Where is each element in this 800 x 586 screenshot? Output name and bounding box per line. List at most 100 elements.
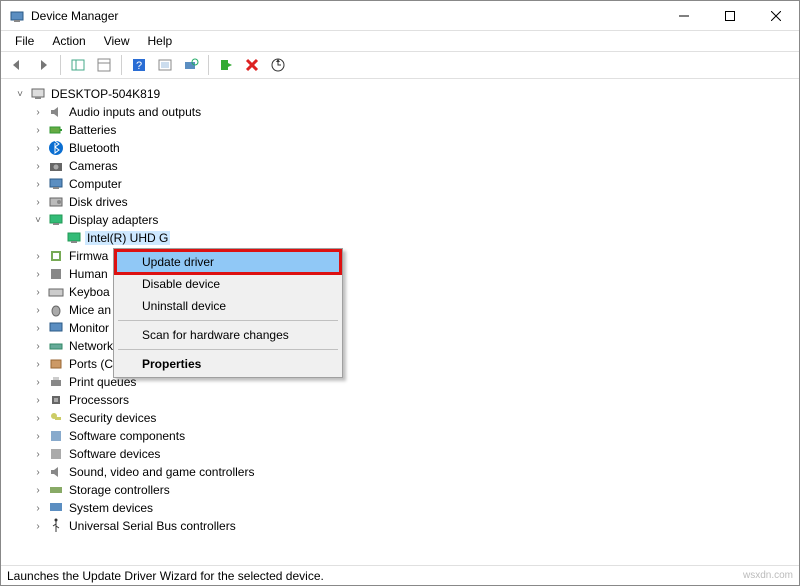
bluetooth-icon <box>48 140 64 156</box>
toolbar: ? <box>1 51 799 79</box>
expand-icon[interactable]: › <box>31 287 45 298</box>
expand-icon[interactable]: › <box>31 449 45 460</box>
enable-device-button[interactable] <box>214 54 238 76</box>
expand-icon[interactable]: › <box>31 359 45 370</box>
maximize-button[interactable] <box>707 1 753 31</box>
keyboard-icon <box>48 284 64 300</box>
back-button[interactable] <box>5 54 29 76</box>
ctx-disable-device[interactable]: Disable device <box>116 273 340 295</box>
context-menu: Update driver Disable device Uninstall d… <box>113 248 343 378</box>
audio-icon <box>48 104 64 120</box>
expand-icon[interactable]: › <box>31 143 45 154</box>
collapse-icon[interactable]: ˅ <box>31 215 45 226</box>
minimize-button[interactable] <box>661 1 707 31</box>
svg-text:?: ? <box>136 60 142 72</box>
printer-icon <box>48 374 64 390</box>
tree-item-cameras[interactable]: ›Cameras <box>13 157 797 175</box>
battery-icon <box>48 122 64 138</box>
ctx-scan-hardware[interactable]: Scan for hardware changes <box>116 324 340 346</box>
tree-item-usb[interactable]: ›Universal Serial Bus controllers <box>13 517 797 535</box>
expand-icon[interactable]: › <box>31 251 45 262</box>
camera-icon <box>48 158 64 174</box>
network-icon <box>48 338 64 354</box>
menu-file[interactable]: File <box>7 33 42 49</box>
status-bar: Launches the Update Driver Wizard for th… <box>1 565 799 585</box>
status-text: Launches the Update Driver Wizard for th… <box>7 569 324 583</box>
tree-item-display-adapters[interactable]: ˅Display adapters <box>13 211 797 229</box>
expand-icon[interactable]: › <box>31 125 45 136</box>
expand-icon[interactable]: › <box>31 305 45 316</box>
expand-icon[interactable]: › <box>31 395 45 406</box>
tree-item-storage[interactable]: ›Storage controllers <box>13 481 797 499</box>
tree-item-intel-uhd[interactable]: Intel(R) UHD G <box>13 229 797 247</box>
expand-icon[interactable]: › <box>31 341 45 352</box>
menu-bar: File Action View Help <box>1 31 799 51</box>
tree-item-sw-devices[interactable]: ›Software devices <box>13 445 797 463</box>
tree-item-bluetooth[interactable]: ›Bluetooth <box>13 139 797 157</box>
app-icon <box>9 8 25 24</box>
expand-icon[interactable]: › <box>31 431 45 442</box>
title-bar: Device Manager <box>1 1 799 31</box>
tree-item-system[interactable]: ›System devices <box>13 499 797 517</box>
expand-icon[interactable]: › <box>31 179 45 190</box>
expand-icon[interactable]: › <box>31 467 45 478</box>
uninstall-device-button[interactable] <box>240 54 264 76</box>
swdev-icon <box>48 446 64 462</box>
tree-item-security[interactable]: ›Security devices <box>13 409 797 427</box>
port-icon <box>48 356 64 372</box>
menu-view[interactable]: View <box>96 33 138 49</box>
expand-icon[interactable]: › <box>31 107 45 118</box>
expand-icon[interactable]: › <box>31 485 45 496</box>
pc-icon <box>48 176 64 192</box>
root-label: DESKTOP-504K819 <box>49 87 162 101</box>
security-icon <box>48 410 64 426</box>
menu-action[interactable]: Action <box>44 33 93 49</box>
watermark: wsxdn.com <box>743 570 793 581</box>
ctx-update-driver[interactable]: Update driver <box>116 251 340 273</box>
window-title: Device Manager <box>31 9 118 23</box>
sound-icon <box>48 464 64 480</box>
display-icon <box>48 212 64 228</box>
tree-item-computer[interactable]: ›Computer <box>13 175 797 193</box>
menu-help[interactable]: Help <box>140 33 181 49</box>
ctx-properties[interactable]: Properties <box>116 353 340 375</box>
expand-icon[interactable]: › <box>31 521 45 532</box>
show-hidden-button[interactable] <box>153 54 177 76</box>
expand-icon[interactable]: › <box>31 377 45 388</box>
cpu-icon <box>48 392 64 408</box>
expand-icon[interactable]: › <box>31 323 45 334</box>
expand-icon[interactable]: › <box>31 503 45 514</box>
scan-hardware-button[interactable] <box>179 54 203 76</box>
tree-item-sw-components[interactable]: ›Software components <box>13 427 797 445</box>
storage-icon <box>48 482 64 498</box>
tree-item-audio[interactable]: ›Audio inputs and outputs <box>13 103 797 121</box>
component-icon <box>48 428 64 444</box>
computer-icon <box>30 86 46 102</box>
disk-icon <box>48 194 64 210</box>
firmware-icon <box>48 248 64 264</box>
ctx-separator <box>118 320 338 321</box>
help-button[interactable]: ? <box>127 54 151 76</box>
ctx-uninstall-device[interactable]: Uninstall device <box>116 295 340 317</box>
forward-button[interactable] <box>31 54 55 76</box>
update-driver-button[interactable] <box>266 54 290 76</box>
tree-item-batteries[interactable]: ›Batteries <box>13 121 797 139</box>
usb-icon <box>48 518 64 534</box>
monitor-icon <box>48 320 64 336</box>
properties-button[interactable] <box>92 54 116 76</box>
close-button[interactable] <box>753 1 799 31</box>
expand-icon[interactable]: › <box>31 197 45 208</box>
tree-item-processors[interactable]: ›Processors <box>13 391 797 409</box>
ctx-separator <box>118 349 338 350</box>
expand-icon[interactable]: › <box>31 269 45 280</box>
collapse-icon[interactable]: ˅ <box>13 89 27 100</box>
expand-icon[interactable]: › <box>31 413 45 424</box>
expand-icon[interactable]: › <box>31 161 45 172</box>
system-icon <box>48 500 64 516</box>
tree-root[interactable]: ˅ DESKTOP-504K819 <box>13 85 797 103</box>
tree-item-disk-drives[interactable]: ›Disk drives <box>13 193 797 211</box>
hid-icon <box>48 266 64 282</box>
tree-item-sound[interactable]: ›Sound, video and game controllers <box>13 463 797 481</box>
show-hide-console-button[interactable] <box>66 54 90 76</box>
display-icon <box>66 230 82 246</box>
